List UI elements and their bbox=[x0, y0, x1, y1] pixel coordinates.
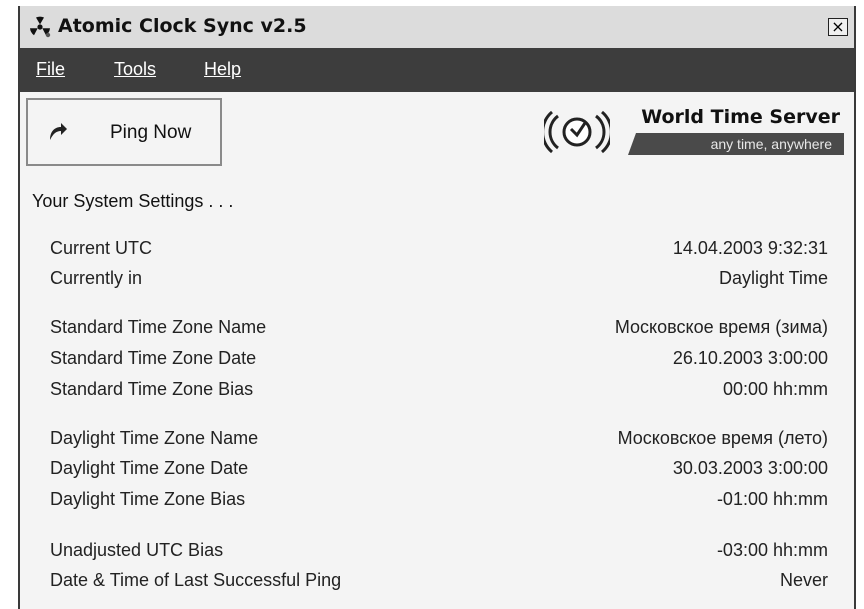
setting-row-currently-in: Currently in Daylight Time bbox=[50, 268, 828, 294]
setting-value: Московское время (лето) bbox=[617, 428, 828, 448]
menu-file[interactable]: File bbox=[36, 59, 65, 80]
setting-value: Московское время (зима) bbox=[614, 317, 828, 337]
setting-row-daylight-bias: Daylight Time Zone Bias -01:00 hh:mm bbox=[50, 489, 828, 515]
toolbar: Ping Now World Time Server any time, any… bbox=[20, 92, 854, 175]
logo-title: World Time Server bbox=[641, 106, 840, 128]
window-title: Atomic Clock Sync v2.5 bbox=[58, 15, 307, 37]
world-time-server-logo: World Time Server any time, anywhere bbox=[544, 102, 844, 162]
setting-value: Never bbox=[779, 570, 828, 590]
setting-row-standard-date: Standard Time Zone Date 26.10.2003 3:00:… bbox=[50, 348, 828, 374]
setting-label: Current UTC bbox=[50, 238, 153, 258]
menu-help-label: Help bbox=[204, 59, 242, 79]
setting-label: Standard Time Zone Name bbox=[50, 317, 267, 337]
setting-label: Standard Time Zone Date bbox=[50, 348, 257, 368]
setting-row-standard-bias: Standard Time Zone Bias 00:00 hh:mm bbox=[50, 379, 828, 405]
setting-label: Unadjusted UTC Bias bbox=[50, 540, 224, 560]
setting-row-unadjusted-bias: Unadjusted UTC Bias -03:00 hh:mm bbox=[50, 540, 828, 566]
logo-tagline: any time, anywhere bbox=[628, 133, 844, 155]
menu-tools[interactable]: Tools bbox=[114, 59, 156, 80]
setting-label: Daylight Time Zone Bias bbox=[50, 489, 246, 509]
setting-value: 00:00 hh:mm bbox=[722, 379, 828, 399]
setting-value: -01:00 hh:mm bbox=[716, 489, 828, 509]
setting-value: 30.03.2003 3:00:00 bbox=[672, 458, 828, 478]
title-bar[interactable]: Atomic Clock Sync v2.5 × bbox=[20, 6, 854, 49]
setting-label: Daylight Time Zone Date bbox=[50, 458, 249, 478]
app-window: Atomic Clock Sync v2.5 × File Tools Help… bbox=[18, 6, 856, 609]
setting-label: Daylight Time Zone Name bbox=[50, 428, 259, 448]
setting-row-current-utc: Current UTC 14.04.2003 9:32:31 bbox=[50, 238, 828, 264]
setting-label: Currently in bbox=[50, 268, 143, 288]
radiation-atom-icon bbox=[30, 16, 51, 38]
menu-bar: File Tools Help bbox=[20, 48, 854, 92]
setting-value: 26.10.2003 3:00:00 bbox=[672, 348, 828, 368]
setting-value: 14.04.2003 9:32:31 bbox=[672, 238, 828, 258]
setting-value: Daylight Time bbox=[718, 268, 828, 288]
ping-now-button[interactable]: Ping Now bbox=[26, 98, 222, 166]
curved-arrow-icon bbox=[50, 123, 67, 140]
setting-value: -03:00 hh:mm bbox=[716, 540, 828, 560]
settings-panel: Your System Settings . . . Current UTC 1… bbox=[20, 174, 854, 609]
menu-tools-label: Tools bbox=[114, 59, 157, 79]
setting-row-last-ping: Date & Time of Last Successful Ping Neve… bbox=[50, 570, 828, 596]
satellite-clock-icon bbox=[544, 110, 610, 154]
menu-file-label: File bbox=[36, 59, 66, 79]
ping-now-label: Ping Now bbox=[110, 122, 192, 143]
setting-row-daylight-date: Daylight Time Zone Date 30.03.2003 3:00:… bbox=[50, 458, 828, 484]
close-button[interactable]: × bbox=[828, 18, 848, 36]
setting-row-daylight-name: Daylight Time Zone Name Московское время… bbox=[50, 428, 828, 454]
setting-label: Standard Time Zone Bias bbox=[50, 379, 254, 399]
settings-heading: Your System Settings . . . bbox=[32, 191, 234, 211]
setting-label: Date & Time of Last Successful Ping bbox=[50, 570, 342, 590]
setting-row-standard-name: Standard Time Zone Name Московское время… bbox=[50, 317, 828, 343]
menu-help[interactable]: Help bbox=[204, 59, 241, 80]
